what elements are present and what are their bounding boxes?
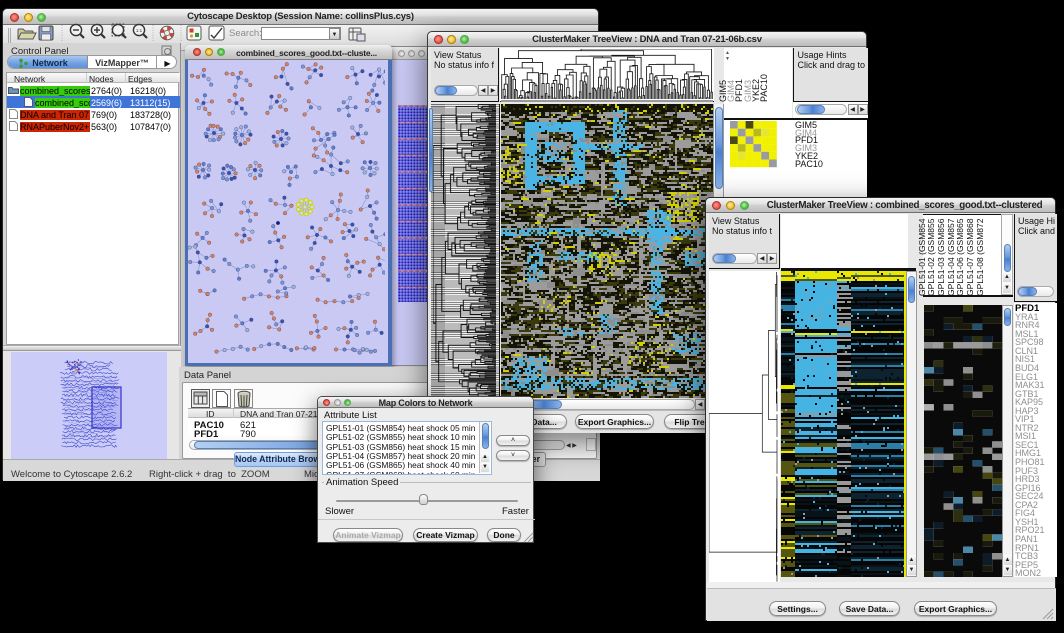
svg-text:1:1: 1:1 bbox=[136, 28, 143, 33]
